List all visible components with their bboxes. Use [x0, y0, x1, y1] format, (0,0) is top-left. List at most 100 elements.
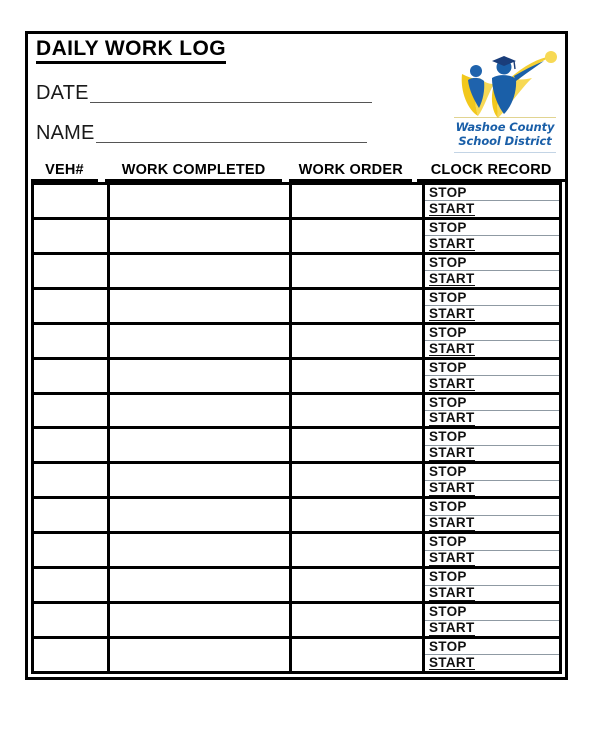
work-order-cell[interactable]	[292, 289, 425, 322]
daily-work-log-sheet: DAILY WORK LOG DATE NAME Washoe County S…	[25, 31, 568, 680]
work-order-cell[interactable]	[292, 359, 425, 392]
start-subcell-label: START	[429, 585, 475, 601]
form-header: DAILY WORK LOG DATE NAME Washoe County S…	[28, 34, 565, 160]
work-order-cell[interactable]	[292, 569, 425, 602]
work-completed-cell[interactable]	[110, 254, 292, 287]
veh-cell[interactable]	[34, 499, 110, 532]
stop-subcell-label: STOP	[429, 359, 467, 375]
clock-record-cell: STOP START	[425, 359, 562, 392]
start-subcell-label: START	[429, 305, 475, 322]
work-order-cell[interactable]	[292, 499, 425, 532]
work-completed-cell[interactable]	[110, 394, 292, 427]
start-subcell[interactable]: START	[425, 376, 559, 392]
start-subcell[interactable]: START	[425, 516, 559, 531]
veh-cell[interactable]	[34, 604, 110, 636]
work-completed-cell[interactable]	[110, 499, 292, 532]
work-completed-cell[interactable]	[110, 604, 292, 636]
start-subcell[interactable]: START	[425, 621, 559, 636]
stop-subcell[interactable]: STOP	[425, 604, 559, 621]
start-subcell[interactable]: START	[425, 411, 559, 426]
logo-mark-icon	[454, 48, 558, 120]
stop-subcell[interactable]: STOP	[425, 534, 559, 551]
stop-subcell[interactable]: STOP	[425, 499, 559, 516]
table-row: STOP START	[34, 359, 562, 395]
stop-subcell[interactable]: STOP	[425, 569, 559, 586]
stop-subcell[interactable]: STOP	[425, 464, 559, 481]
table-row: STOP START	[34, 464, 562, 500]
stop-subcell[interactable]: STOP	[425, 220, 559, 237]
start-subcell[interactable]: START	[425, 340, 559, 357]
start-subcell[interactable]: START	[425, 654, 559, 671]
work-completed-cell[interactable]	[110, 359, 292, 392]
stop-subcell-label: STOP	[429, 604, 467, 620]
stop-subcell[interactable]: STOP	[425, 429, 559, 446]
stop-subcell[interactable]: STOP	[425, 325, 559, 342]
stop-subcell[interactable]: STOP	[425, 359, 559, 377]
work-completed-cell[interactable]	[110, 219, 292, 252]
start-subcell[interactable]: START	[425, 446, 559, 461]
stop-subcell-label: STOP	[429, 254, 467, 270]
stop-subcell[interactable]: STOP	[425, 395, 559, 411]
work-completed-cell[interactable]	[110, 289, 292, 322]
table-row: STOP START	[34, 185, 562, 220]
work-order-cell[interactable]	[292, 254, 425, 287]
veh-cell[interactable]	[34, 464, 110, 497]
date-input[interactable]	[89, 87, 372, 103]
work-order-cell[interactable]	[292, 464, 425, 497]
work-completed-cell[interactable]	[110, 638, 292, 671]
work-completed-cell[interactable]	[110, 185, 292, 217]
stop-subcell-label: STOP	[429, 499, 467, 515]
veh-cell[interactable]	[34, 219, 110, 252]
table-row: STOP START	[34, 289, 562, 325]
veh-cell[interactable]	[34, 534, 110, 567]
work-completed-cell[interactable]	[110, 569, 292, 602]
start-subcell[interactable]: START	[425, 236, 559, 252]
stop-subcell[interactable]: STOP	[425, 290, 559, 307]
work-order-cell[interactable]	[292, 185, 425, 217]
veh-cell[interactable]	[34, 569, 110, 602]
work-completed-cell[interactable]	[110, 324, 292, 357]
stop-subcell[interactable]: STOP	[425, 639, 559, 656]
start-subcell-label: START	[429, 340, 475, 357]
veh-cell[interactable]	[34, 324, 110, 357]
veh-cell[interactable]	[34, 638, 110, 671]
work-completed-cell[interactable]	[110, 429, 292, 462]
name-input[interactable]	[95, 127, 367, 143]
work-order-cell[interactable]	[292, 394, 425, 427]
start-subcell[interactable]: START	[425, 201, 559, 217]
start-subcell[interactable]: START	[425, 305, 559, 322]
start-subcell-label: START	[429, 654, 475, 671]
work-order-cell[interactable]	[292, 219, 425, 252]
start-subcell[interactable]: START	[425, 271, 559, 287]
start-subcell[interactable]: START	[425, 586, 559, 601]
stop-subcell-label: STOP	[429, 464, 467, 480]
work-order-cell[interactable]	[292, 638, 425, 671]
start-subcell-label: START	[429, 410, 475, 426]
work-order-cell[interactable]	[292, 429, 425, 462]
name-field-row: NAME	[36, 123, 367, 143]
veh-cell[interactable]	[34, 254, 110, 287]
work-order-cell[interactable]	[292, 324, 425, 357]
veh-cell[interactable]	[34, 359, 110, 392]
work-completed-cell[interactable]	[110, 464, 292, 497]
start-subcell[interactable]: START	[425, 551, 559, 566]
veh-cell[interactable]	[34, 185, 110, 217]
stop-subcell[interactable]: STOP	[425, 254, 559, 272]
column-header-work-order: WORK ORDER	[289, 162, 413, 182]
work-completed-cell[interactable]	[110, 534, 292, 567]
table-row: STOP START	[34, 604, 562, 639]
start-subcell[interactable]: START	[425, 481, 559, 496]
table-body: STOP START STOP START STOP START STOP START STOP…	[31, 182, 562, 674]
start-subcell-label: START	[429, 550, 475, 566]
work-log-table: VEH# WORK COMPLETED WORK ORDER CLOCK REC…	[28, 160, 565, 677]
clock-record-cell: STOP START	[425, 289, 562, 322]
work-order-cell[interactable]	[292, 604, 425, 636]
work-order-cell[interactable]	[292, 534, 425, 567]
veh-cell[interactable]	[34, 429, 110, 462]
stop-subcell[interactable]: STOP	[425, 185, 559, 202]
table-row: STOP START	[34, 254, 562, 290]
start-subcell-label: START	[429, 445, 475, 461]
table-row: STOP START	[34, 324, 562, 360]
veh-cell[interactable]	[34, 394, 110, 427]
veh-cell[interactable]	[34, 289, 110, 322]
